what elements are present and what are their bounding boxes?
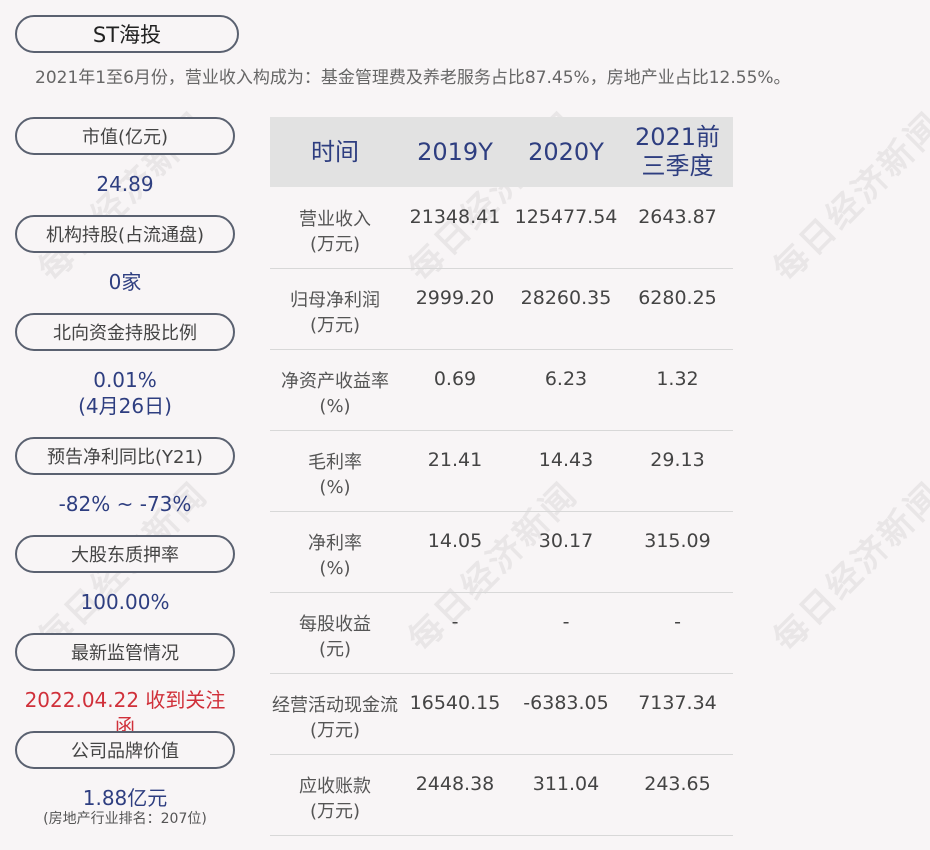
row-label: 毛利率 (%) — [308, 452, 362, 498]
market-cap-value: 24.89 — [96, 172, 154, 196]
table-cell: 2643.87 — [638, 206, 717, 228]
table-cell: 2999.20 — [415, 287, 495, 309]
table-cell: 2448.38 — [415, 773, 495, 795]
table-cell: 0.69 — [433, 368, 477, 390]
table-cell: 1.32 — [656, 368, 699, 390]
table-cell: 243.65 — [644, 773, 711, 795]
table-row: 经营活动现金流 (万元) 16540.15 -6383.05 7137.34 — [270, 673, 733, 755]
row-label: 归母净利润 (万元) — [290, 290, 380, 336]
row-label: 净利率 (%) — [308, 533, 362, 579]
row-label: 应收账款 (万元) — [299, 776, 371, 822]
brand-value-rank: (房地产行业排名：207位) — [43, 811, 207, 827]
row-label: 经营活动现金流 (万元) — [272, 695, 398, 741]
table-cell: 21348.41 — [409, 206, 501, 228]
table-cell: 315.09 — [644, 530, 711, 552]
pledge-ratio-value: 100.00% — [80, 590, 170, 614]
table-cell: 30.17 — [538, 530, 594, 552]
header-2021-text: 2021前三季度 — [634, 123, 721, 180]
header-2020: 2020Y — [528, 137, 604, 166]
table-cell: 29.13 — [650, 449, 705, 471]
table-cell: 311.04 — [532, 773, 600, 795]
row-label: 每股收益 (元) — [299, 614, 371, 660]
table-cell: 16540.15 — [409, 692, 501, 714]
northbound-ratio-date: (4月26日) — [78, 394, 172, 418]
table-cell: - — [451, 611, 459, 633]
table-cell: -6383.05 — [523, 692, 609, 714]
table-row: 应收账款 (万元) 2448.38 311.04 243.65 — [270, 754, 733, 836]
regulatory-status-label: 最新监管情况 — [15, 633, 235, 671]
table-cell: 6280.25 — [638, 287, 717, 309]
table-cell: 28260.35 — [520, 287, 612, 309]
watermark: 每日经济新闻 — [765, 474, 930, 660]
northbound-ratio-percent: 0.01% — [93, 368, 157, 392]
table-header: 时间 2019Y 2020Y 2021前三季度 — [270, 117, 733, 187]
revenue-composition-text: 2021年1至6月份，营业收入构成为：基金管理费及养老服务占比87.45%，房地… — [35, 68, 791, 88]
institutional-holding-value: 0家 — [108, 270, 142, 294]
table-row: 净资产收益率 (%) 0.69 6.23 1.32 — [270, 349, 733, 431]
table-cell: 7137.34 — [638, 692, 717, 714]
company-name: ST海投 — [15, 15, 239, 53]
header-2021: 2021前三季度 — [622, 117, 733, 187]
table-cell: 6.23 — [544, 368, 588, 390]
table-cell: - — [562, 611, 570, 633]
institutional-holding-label: 机构持股(占流通盘) — [15, 215, 235, 253]
table-cell: - — [674, 611, 681, 633]
northbound-ratio-label: 北向资金持股比例 — [15, 313, 235, 351]
northbound-ratio-value: 0.01% (4月26日) — [15, 367, 235, 419]
header-time: 时间 — [311, 137, 359, 166]
row-label: 净资产收益率 (%) — [281, 371, 389, 417]
watermark: 每日经济新闻 — [765, 104, 930, 290]
profit-forecast-value: -82% ~ -73% — [58, 492, 192, 516]
brand-value-amount: 1.88亿元 — [82, 786, 168, 810]
table-cell: 21.41 — [427, 449, 483, 471]
market-cap-label: 市值(亿元) — [15, 117, 235, 155]
table-cell: 14.43 — [538, 449, 594, 471]
table-row: 净利率 (%) 14.05 30.17 315.09 — [270, 511, 733, 593]
brand-value: 1.88亿元 (房地产行业排名：207位) — [15, 785, 235, 827]
table-row: 每股收益 (元) - - - — [270, 592, 733, 674]
table-cell: 125477.54 — [514, 206, 618, 228]
header-2019: 2019Y — [417, 137, 493, 166]
profit-forecast-label: 预告净利同比(Y21) — [15, 437, 235, 475]
row-label: 营业收入 (万元) — [299, 209, 371, 255]
table-cell: 14.05 — [427, 530, 483, 552]
table-row: 归母净利润 (万元) 2999.20 28260.35 6280.25 — [270, 268, 733, 350]
table-row: 毛利率 (%) 21.41 14.43 29.13 — [270, 430, 733, 512]
table-row: 营业收入 (万元) 21348.41 125477.54 2643.87 — [270, 187, 733, 269]
pledge-ratio-label: 大股东质押率 — [15, 535, 235, 573]
brand-value-label: 公司品牌价值 — [15, 731, 235, 769]
